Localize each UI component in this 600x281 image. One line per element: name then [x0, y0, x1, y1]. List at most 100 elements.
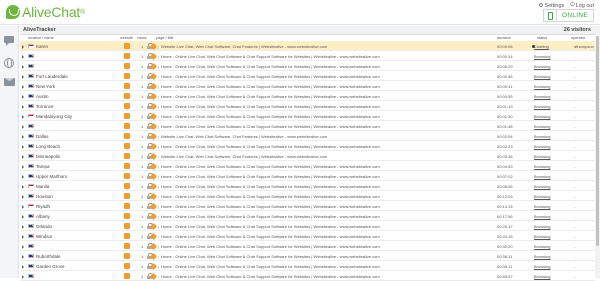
visitor-status-link[interactable]: Browsing [534, 184, 550, 189]
expand-arrow-icon[interactable] [22, 264, 24, 269]
col-page-title[interactable]: page / title [156, 36, 174, 40]
visitor-status-link[interactable]: Browsing [534, 164, 550, 169]
col-operator[interactable]: operator [571, 36, 585, 40]
visitor-status-link[interactable]: Chatting [534, 44, 549, 49]
table-row[interactable]: Riyadh 1 | Home - Online Live Chat, Web Cha… [20, 201, 595, 211]
page-title: Home - Online Live Chat, Web Chat Softwa… [161, 204, 380, 209]
expand-arrow-icon[interactable] [22, 104, 24, 109]
table-row[interactable]: Dallas 1 | Website Live Chat, Web Chat Soft… [20, 131, 595, 141]
separator: | [158, 134, 160, 139]
expand-arrow-icon[interactable] [22, 224, 24, 229]
visitor-status-link[interactable]: Browsing [534, 94, 550, 99]
expand-arrow-icon[interactable] [22, 244, 24, 249]
visitor-status-link[interactable]: Browsing [534, 74, 550, 79]
table-row[interactable]: 1 | Home - Online Live Chat, Web Chat Soft… [20, 121, 595, 131]
tag-icon [149, 132, 158, 140]
expand-arrow-icon[interactable] [22, 214, 24, 219]
expand-arrow-icon[interactable] [22, 74, 24, 79]
visitor-status-link[interactable]: Browsing [534, 134, 550, 139]
globe-icon[interactable] [4, 58, 14, 68]
expand-arrow-icon[interactable] [22, 154, 24, 159]
table-row[interactable]: Fort Lauderdale 1 | Home - Online Live Chat… [20, 71, 595, 81]
visitor-status-link[interactable]: Browsing [534, 114, 550, 119]
app-logo[interactable]: AliveChat ® [6, 3, 85, 21]
visitor-status-link[interactable]: Browsing [534, 64, 550, 69]
table-row[interactable]: 1 | Home - Online Live Chat, Web Chat Soft… [20, 271, 595, 281]
visitor-status-link[interactable]: Browsing [534, 104, 550, 109]
table-row[interactable]: Karen 1 | Website Live Chat, Web Chat Softw… [20, 41, 595, 51]
expand-arrow-icon[interactable] [22, 254, 24, 259]
expand-arrow-icon[interactable] [22, 194, 24, 199]
separator: | [158, 114, 160, 119]
col-website[interactable]: website [120, 36, 133, 40]
table-row[interactable]: Albany 1 | Home - Online Live Chat, Web Cha… [20, 211, 595, 221]
visitor-status-link[interactable]: Browsing [534, 124, 550, 129]
col-duration[interactable]: duration [497, 36, 511, 40]
visitor-status-link[interactable]: Browsing [534, 234, 550, 239]
col-views[interactable]: views [137, 36, 147, 40]
views-count: 1 [141, 254, 144, 259]
expand-arrow-icon[interactable] [22, 94, 24, 99]
expand-arrow-icon[interactable] [22, 124, 24, 129]
table-row[interactable]: Windsor 1 | Home - Online Live Chat, Web Ch… [20, 231, 595, 241]
visitor-status-link[interactable]: Browsing [534, 54, 550, 59]
visitor-status-link[interactable]: Browsing [534, 244, 550, 249]
visitor-status-link[interactable]: Browsing [534, 254, 550, 259]
visit-duration: 00:01:30 [497, 114, 513, 119]
col-status[interactable]: status [537, 36, 547, 40]
table-row[interactable]: Minneapolis 1 | Website Live Chat, Web Chat… [20, 151, 595, 161]
logo-mark-icon [6, 5, 20, 19]
visitor-status-link[interactable]: Browsing [534, 204, 550, 209]
visitor-status-link[interactable]: Browsing [534, 144, 550, 149]
expand-arrow-icon[interactable] [22, 234, 24, 239]
expand-arrow-icon[interactable] [22, 54, 24, 59]
expand-arrow-icon[interactable] [22, 184, 24, 189]
col-location[interactable]: location / name [28, 36, 54, 40]
scrollbar-thumb[interactable] [596, 36, 599, 246]
visitor-status-link[interactable]: Browsing [534, 214, 550, 219]
table-row[interactable]: Houston 1 | Home - Online Live Chat, Web Ch… [20, 191, 595, 201]
page-title: Website Live Chat, Web Chat Software, Ch… [161, 154, 328, 159]
separator: | [158, 264, 160, 269]
table-row[interactable]: 1 | Home - Online Live Chat, Web Chat Soft… [20, 241, 595, 251]
visitor-status-link[interactable]: Browsing [534, 174, 550, 179]
visitor-status-link[interactable]: Browsing [534, 224, 550, 229]
table-row[interactable]: Upper Marlboro 1 | Home - Online Live Chat,… [20, 171, 595, 181]
expand-arrow-icon[interactable] [22, 44, 24, 49]
expand-arrow-icon[interactable] [22, 64, 24, 69]
visitor-status-link[interactable]: Browsing [534, 274, 550, 279]
views-count: 1 [141, 54, 144, 59]
visitor-status-link[interactable]: Browsing [534, 194, 550, 199]
expand-arrow-icon[interactable] [22, 174, 24, 179]
logout-link[interactable]: ⏻ Log out [570, 2, 594, 9]
table-row[interactable]: New York 1 | Home - Online Live Chat, Web C… [20, 81, 595, 91]
expand-arrow-icon[interactable] [22, 84, 24, 89]
visitor-status-link[interactable]: Browsing [534, 264, 550, 269]
table-row[interactable]: Orlando 1 | Home - Online Live Chat, Web Ch… [20, 221, 595, 231]
expand-arrow-icon[interactable] [22, 134, 24, 139]
table-row[interactable]: Austin 1 | Home - Online Live Chat, Web Cha… [20, 91, 595, 101]
table-row[interactable]: Tampa 1 | Home - Online Live Chat, Web Chat… [20, 161, 595, 171]
table-row[interactable]: Mandaluyong City 1 | Home - Online Live Cha… [20, 111, 595, 121]
visitor-status-link[interactable]: Browsing [534, 84, 550, 89]
chat-icon[interactable] [4, 36, 15, 46]
online-status-toggle[interactable]: ONLINE [543, 9, 594, 22]
expand-arrow-icon[interactable] [22, 204, 24, 209]
visit-duration: 00:07:02 [497, 174, 513, 179]
table-row[interactable]: Garden Grove 1 | Home - Online Live Chat, W… [20, 261, 595, 271]
visitor-status-link[interactable]: Browsing [534, 154, 550, 159]
mail-icon[interactable] [4, 78, 15, 86]
expand-arrow-icon[interactable] [22, 114, 24, 119]
expand-arrow-icon[interactable] [22, 144, 24, 149]
table-row[interactable]: 1 | Home - Online Live Chat, Web Chat Soft… [20, 51, 595, 61]
settings-link[interactable]: ⚙ Settings [538, 2, 564, 9]
table-row[interactable]: Ruborthdale 1 | Home - Online Live Chat, We… [20, 251, 595, 261]
table-row[interactable]: Long Beach 1 | Home - Online Live Chat, Web… [20, 141, 595, 151]
table-row[interactable]: 1 | Home - Online Live Chat, Web Chat Soft… [20, 61, 595, 71]
table-row[interactable]: Torrance 1 | Home - Online Live Chat, Web C… [20, 101, 595, 111]
expand-arrow-icon[interactable] [22, 164, 24, 169]
visit-duration: 00:14:15 [497, 204, 513, 209]
tag-icon [149, 152, 158, 160]
separator: | [158, 84, 160, 89]
table-row[interactable]: Manila 1 | Home - Online Live Chat, Web Cha… [20, 181, 595, 191]
